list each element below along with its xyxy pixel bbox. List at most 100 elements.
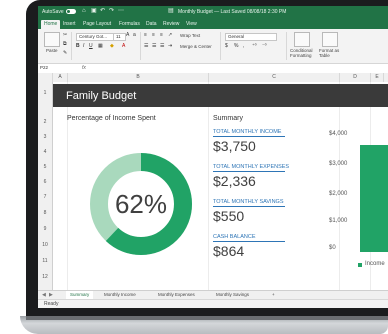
total-income-label: TOTAL MONTHLY INCOME xyxy=(213,129,282,135)
comma-icon[interactable]: , xyxy=(243,43,244,50)
y-tick-label: $2,000 xyxy=(329,191,348,197)
excel-file-icon: ▤ xyxy=(168,8,174,14)
increase-decimal-icon[interactable]: ⁺⁰ xyxy=(252,43,257,50)
underline-icon[interactable]: U xyxy=(89,43,93,50)
font-name-select[interactable]: Century Got... xyxy=(76,33,114,41)
paste-icon[interactable] xyxy=(44,32,60,47)
column-header[interactable]: B xyxy=(68,73,209,82)
tab-home[interactable]: Home xyxy=(41,20,61,29)
tab-formulas[interactable]: Formulas xyxy=(116,20,143,29)
decrease-font-icon[interactable]: a xyxy=(133,32,136,39)
font-size-select[interactable]: 11 xyxy=(113,33,126,41)
tab-review[interactable]: Review xyxy=(160,20,182,29)
conditional-formatting-label[interactable]: Conditional Formatting xyxy=(290,48,316,58)
indent-icon[interactable]: ⇥ xyxy=(168,43,172,50)
decrease-decimal-icon[interactable]: ⁻⁰ xyxy=(262,43,267,50)
row-headers: 1 2 3 4 5 6 7 8 9 10 11 12 xyxy=(38,82,53,290)
redo-icon[interactable]: ↷ xyxy=(109,8,115,15)
font-color-icon[interactable]: A xyxy=(122,43,125,50)
format-as-table-label[interactable]: Format as Table xyxy=(319,48,341,58)
total-savings-value: $550 xyxy=(213,208,245,224)
fx-icon[interactable]: fx xyxy=(82,65,86,71)
borders-icon[interactable]: ▦ xyxy=(98,43,103,50)
align-left-icon[interactable]: ☰ xyxy=(144,43,148,50)
summary-title: Summary xyxy=(213,115,243,122)
sheet-title: Family Budget xyxy=(66,90,137,102)
row-header[interactable]: 4 xyxy=(38,149,52,155)
row-header[interactable]: 10 xyxy=(38,242,52,248)
merge-center-button[interactable]: Merge & Center xyxy=(180,44,212,49)
prev-sheet-icon[interactable]: ◀ xyxy=(42,292,46,298)
legend-label: Income xyxy=(365,261,385,267)
fill-color-icon[interactable]: ◆ xyxy=(110,43,114,50)
row-header[interactable]: 7 xyxy=(38,194,52,200)
column-header[interactable]: E xyxy=(371,73,384,82)
home-icon[interactable]: ⌂ xyxy=(82,8,88,15)
tab-insert[interactable]: Insert xyxy=(60,20,79,29)
conditional-formatting-icon[interactable] xyxy=(294,32,310,47)
wrap-text-button[interactable]: Wrap Text xyxy=(180,33,200,38)
row-header[interactable]: 12 xyxy=(38,274,52,280)
row-header[interactable]: 5 xyxy=(38,164,52,170)
currency-icon[interactable]: $ xyxy=(225,43,228,50)
cash-balance-label: CASH BALANCE xyxy=(213,234,256,240)
y-tick-label: $4,000 xyxy=(329,131,348,137)
title-banner: Family Budget xyxy=(53,84,388,107)
ribbon-divider xyxy=(220,32,221,60)
row-header[interactable]: 3 xyxy=(38,134,52,140)
legend-swatch xyxy=(358,263,362,267)
copy-icon[interactable]: ⧉ xyxy=(63,41,67,48)
more-icon[interactable]: ⋯ xyxy=(118,8,124,15)
name-box[interactable]: P22 xyxy=(40,65,68,71)
align-middle-icon[interactable]: ≡ xyxy=(152,32,155,39)
column-header[interactable]: F xyxy=(384,73,388,82)
orientation-icon[interactable]: ↗ xyxy=(168,32,172,39)
increase-font-icon[interactable]: A xyxy=(126,32,129,39)
column-header[interactable]: A xyxy=(53,73,68,82)
save-icon[interactable]: ▣ xyxy=(91,8,97,15)
cash-balance-value: $864 xyxy=(213,243,245,259)
column-header[interactable]: D xyxy=(340,73,371,82)
row-header[interactable]: 6 xyxy=(38,179,52,185)
italic-icon[interactable]: I xyxy=(83,43,84,50)
autosave-toggle[interactable] xyxy=(66,9,76,14)
number-format-select[interactable]: General xyxy=(225,33,277,41)
ribbon-divider xyxy=(140,32,141,60)
worksheet[interactable]: Family Budget Percentage of Income Spent… xyxy=(53,82,388,290)
stat-underline xyxy=(213,136,285,137)
next-sheet-icon[interactable]: ▶ xyxy=(49,292,53,298)
y-tick-label: $3,000 xyxy=(329,161,348,167)
tab-page-layout[interactable]: Page Layout xyxy=(80,20,114,29)
align-bottom-icon[interactable]: ≡ xyxy=(160,32,163,39)
total-income-value: $3,750 xyxy=(213,138,256,154)
y-tick-label: $1,000 xyxy=(329,218,348,224)
align-right-icon[interactable]: ☰ xyxy=(160,43,164,50)
row-header[interactable]: 2 xyxy=(38,119,52,125)
ribbon: Paste ✂ ⧉ ✎ Century Got... 11 A a B I U … xyxy=(38,29,388,64)
ribbon-divider xyxy=(71,32,72,60)
total-expenses-value: $2,336 xyxy=(213,173,256,189)
row-header[interactable]: 11 xyxy=(38,258,52,264)
add-sheet-button[interactable]: + xyxy=(268,291,279,299)
percent-icon[interactable]: % xyxy=(234,43,238,50)
tab-data[interactable]: Data xyxy=(143,20,160,29)
paste-label: Paste xyxy=(46,48,58,53)
cut-icon[interactable]: ✂ xyxy=(63,32,67,39)
row-header[interactable]: 9 xyxy=(38,226,52,232)
format-as-table-icon[interactable] xyxy=(322,32,338,47)
bold-icon[interactable]: B xyxy=(76,43,80,50)
column-header[interactable]: C xyxy=(209,73,340,82)
ribbon-tabs: Home Insert Page Layout Formulas Data Re… xyxy=(38,18,388,29)
row-header[interactable]: 8 xyxy=(38,210,52,216)
total-savings-label: TOTAL MONTHLY SAVINGS xyxy=(213,199,284,205)
align-top-icon[interactable]: ≡ xyxy=(144,32,147,39)
select-all-corner[interactable] xyxy=(38,73,53,82)
format-painter-icon[interactable]: ✎ xyxy=(63,50,67,57)
gridline xyxy=(208,82,209,290)
align-center-icon[interactable]: ☰ xyxy=(152,43,156,50)
percentage-donut-chart: 62% xyxy=(90,153,192,255)
tab-view[interactable]: View xyxy=(183,20,200,29)
undo-icon[interactable]: ↶ xyxy=(100,8,106,15)
title-bar: AutoSave ⌂ ▣ ↶ ↷ ⋯ ▤ Monthly Budget — La… xyxy=(38,6,388,18)
row-header[interactable]: 1 xyxy=(38,90,52,96)
